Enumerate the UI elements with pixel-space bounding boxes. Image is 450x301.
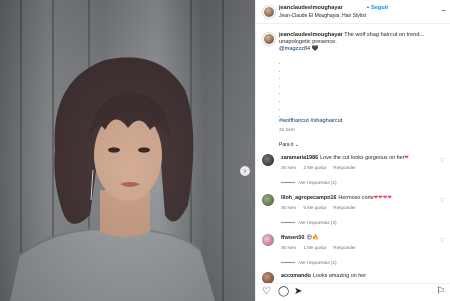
caption-username[interactable]: jeanclaudeelmoughayar xyxy=(279,32,343,38)
chevron-right-icon: › xyxy=(243,167,247,175)
header-username[interactable]: jeanclaudeelmoughayar xyxy=(279,5,343,11)
comment-meta: 30 sem 5 Me gusta Responder xyxy=(281,205,362,210)
follow-area: • Seguir xyxy=(367,5,388,11)
caption-dot: . xyxy=(279,60,281,66)
comment-likes[interactable]: 5 Me gusta xyxy=(303,205,326,210)
bookmark-icon[interactable]: ⚐ xyxy=(436,287,445,297)
comment-like-icon[interactable]: ♡ xyxy=(440,157,445,164)
comment-emoji: ❤ xyxy=(404,155,409,161)
comment-text: accomando Looks amazing on her xyxy=(281,273,431,279)
comment-meta: 26 sem 2 Me gusta Responder xyxy=(281,165,362,170)
comment-username[interactable]: zaramaria1986 xyxy=(281,155,318,161)
caption-avatar[interactable] xyxy=(263,33,275,45)
caption-text: jeanclaudeelmoughayar The wolf shag hair… xyxy=(279,32,445,53)
comment-like-icon[interactable]: ♡ xyxy=(440,197,445,204)
caption-dots: . . . . . . . . xyxy=(279,60,299,121)
caption-dot: . xyxy=(279,67,281,74)
comment-time[interactable]: 30 sem xyxy=(281,245,296,250)
follow-separator: • xyxy=(367,5,369,11)
comment-body: 😍🔥 xyxy=(306,235,319,241)
comment-sort-dropdown[interactable]: Para ti ⌄ xyxy=(279,142,299,148)
reply-button[interactable]: Responder xyxy=(333,165,355,170)
comment-likes[interactable]: 1 Me gusta xyxy=(303,245,326,250)
comment-body: Hermoso corte xyxy=(338,195,374,201)
caption-dot: . xyxy=(279,75,281,82)
caption-dot: . xyxy=(279,90,281,97)
caption-hashtags[interactable]: #wolfhaircut #shaghaircut xyxy=(279,118,342,124)
comment-like-icon[interactable]: ♡ xyxy=(440,237,445,244)
view-replies-button[interactable]: Ver respuestas (1) xyxy=(281,180,337,185)
share-icon[interactable]: ➤ xyxy=(294,287,302,297)
avatar[interactable] xyxy=(263,6,275,18)
view-replies-button[interactable]: Ver respuestas (3) xyxy=(281,220,337,225)
header-subtitle: Jean-Claude El Moughayar, Hair Stylist xyxy=(279,13,366,19)
view-replies-label: Ver respuestas (1) xyxy=(299,180,337,185)
post-photo: › xyxy=(0,0,255,301)
comment-username[interactable]: ffwoen50 xyxy=(281,235,304,241)
next-image-button[interactable]: › xyxy=(240,166,250,176)
comment-meta: 30 sem 1 Me gusta Responder xyxy=(281,245,362,250)
comment-likes[interactable]: 2 Me gusta xyxy=(303,165,326,170)
caption-dot: . xyxy=(279,82,281,89)
comment-body: Looks amazing on her xyxy=(312,273,367,279)
caption-line1: The wolf shag haircut on trend... xyxy=(344,32,425,38)
caption-mention[interactable]: @magzzz84 xyxy=(279,46,310,52)
commenter-avatar[interactable] xyxy=(262,154,274,166)
heart-icon[interactable]: ♡ xyxy=(262,287,271,297)
post-header: jeanclaudeelmoughayar • Seguir Jean-Claud… xyxy=(256,0,450,24)
comment-text: ffwoen50 😍🔥 xyxy=(281,235,431,241)
caption-timestamp[interactable]: 31 sem xyxy=(279,128,295,133)
comment-time[interactable]: 30 sem xyxy=(281,205,296,210)
comment-username[interactable]: accomando xyxy=(281,273,311,279)
comment-icon[interactable]: ◯ xyxy=(278,287,289,297)
comment-username[interactable]: llloh_agropecampo16 xyxy=(281,195,336,201)
reply-button[interactable]: Responder xyxy=(333,205,355,210)
comment-text: zaramaria1986 Love the cut looks gorgeous… xyxy=(281,155,431,161)
caption-mention-suffix: 🖤 xyxy=(311,46,319,52)
caption-dot: . xyxy=(279,97,281,104)
view-replies-label: Ver respuestas (3) xyxy=(299,220,337,225)
view-replies-label: Ver respuestas (1) xyxy=(299,260,337,265)
commenter-avatar[interactable] xyxy=(262,234,274,246)
follow-button[interactable]: Seguir xyxy=(371,5,388,11)
comment-body: Love the cut looks gorgeous on her xyxy=(320,155,405,161)
view-replies-button[interactable]: Ver respuestas (1) xyxy=(281,260,337,265)
reply-button[interactable]: Responder xyxy=(333,245,355,250)
post-actions-bar: ♡ ◯ ➤ ⚐ xyxy=(256,283,450,301)
caption-line2: unapologetic presence. xyxy=(279,39,337,45)
more-options-icon[interactable]: ... xyxy=(441,4,446,13)
post-side-panel: jeanclaudeelmoughayar • Seguir Jean-Claud… xyxy=(255,0,450,301)
comment-time[interactable]: 26 sem xyxy=(281,165,296,170)
comment-text: llloh_agropecampo16 Hermoso corte❤❤❤❤ xyxy=(281,195,431,201)
comment-emoji: ❤❤❤❤ xyxy=(373,195,392,201)
caption-dot: . xyxy=(279,105,281,112)
commenter-avatar[interactable] xyxy=(262,194,274,206)
